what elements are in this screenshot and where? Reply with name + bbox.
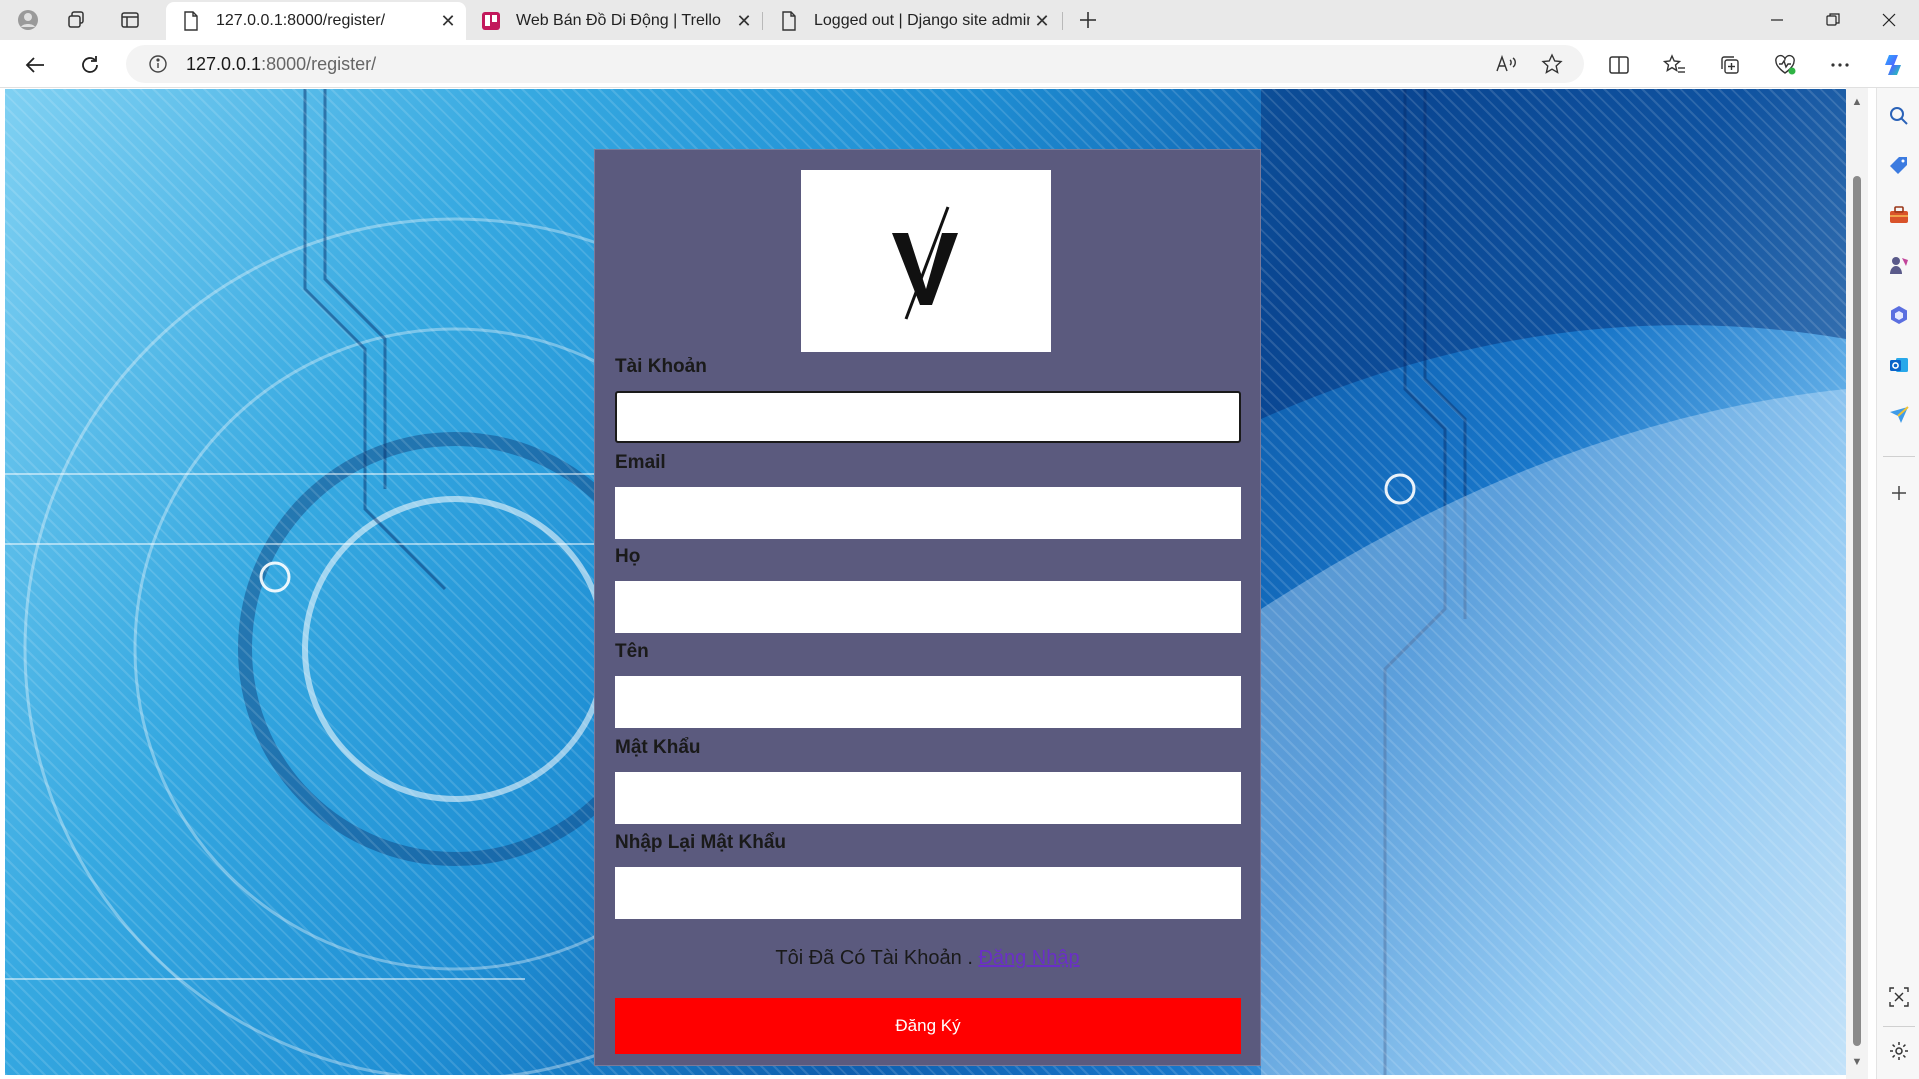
page-viewport: Tài Khoản Email Họ Tên Mật Khẩu Nhập Lại… [5,89,1846,1075]
games-icon[interactable] [1886,252,1912,278]
drop-send-icon[interactable] [1886,402,1912,428]
favorites-icon[interactable] [1662,52,1688,78]
workspaces-icon[interactable] [64,8,88,32]
settings-gear-icon[interactable] [1886,1038,1912,1064]
collections-icon[interactable] [1717,52,1743,78]
screenshot-icon[interactable] [1886,984,1912,1010]
login-link[interactable]: Đăng Nhập [978,947,1079,969]
page-icon [778,10,800,32]
url-field[interactable]: 127.0.0.1:8000/register/ [126,45,1584,83]
restore-icon[interactable] [1811,6,1855,34]
profile-icon[interactable] [16,8,40,32]
tab-separator [1062,12,1063,30]
tab-title: Logged out | Django site admin [814,12,1030,29]
edge-sidebar [1876,88,1919,1079]
url-text: 127.0.0.1:8000/register/ [186,54,376,75]
split-screen-icon[interactable] [1606,52,1632,78]
site-logo [801,170,1051,352]
close-icon[interactable]: ✕ [732,9,756,33]
first-name-input[interactable] [615,676,1241,728]
trello-icon [480,10,502,32]
microsoft-365-icon[interactable] [1886,302,1912,328]
password-input[interactable] [615,772,1241,824]
register-form: Tài Khoản Email Họ Tên Mật Khẩu Nhập Lại… [594,149,1261,1066]
close-window-icon[interactable] [1867,6,1911,34]
tab-bar: 127.0.0.1:8000/register/ ✕ Web Bán Đồ Di… [0,0,1919,40]
tab-actions-icon[interactable] [118,8,142,32]
close-icon[interactable]: ✕ [1030,9,1054,33]
scroll-up-icon[interactable]: ▲ [1851,96,1863,108]
site-info-icon[interactable] [146,52,170,76]
address-bar: 127.0.0.1:8000/register/ [0,40,1919,88]
last-name-input[interactable] [615,581,1241,633]
email-label: Email [615,452,666,473]
url-host: 127.0.0.1 [186,54,262,74]
add-sidebar-app-icon[interactable] [1886,480,1912,506]
tab-separator [762,12,763,30]
browser-essentials-icon[interactable] [1772,52,1798,78]
minimize-icon[interactable] [1755,6,1799,34]
close-icon[interactable]: ✕ [436,9,460,33]
first-name-label: Tên [615,641,649,662]
refresh-icon[interactable] [77,52,103,78]
login-prompt: Tôi Đã Có Tài Khoản . Đăng Nhập [595,947,1260,970]
url-path: :8000/register/ [261,54,377,74]
search-icon[interactable] [1886,103,1912,129]
tab-title: Web Bán Đồ Di Động | Trello [516,12,721,29]
sidebar-divider [1883,1026,1915,1027]
username-input[interactable] [615,391,1241,443]
v-logo-icon [892,206,958,320]
password-label: Mật Khẩu [615,737,701,758]
outlook-icon[interactable] [1886,352,1912,378]
tab-title: 127.0.0.1:8000/register/ [216,12,386,29]
scroll-thumb[interactable] [1853,176,1861,1046]
shopping-tag-icon[interactable] [1886,153,1912,179]
confirm-password-input[interactable] [615,867,1241,919]
username-label: Tài Khoản [615,356,707,377]
last-name-label: Họ [615,546,641,567]
page-scrollbar[interactable]: ▲ ▼ [1846,88,1868,1079]
new-tab-icon[interactable] [1076,8,1100,32]
more-options-icon[interactable] [1827,52,1853,78]
tools-briefcase-icon[interactable] [1886,202,1912,228]
register-button[interactable]: Đăng Ký [615,998,1241,1054]
page-icon [180,10,202,32]
tab-trello[interactable]: Web Bán Đồ Di Động | Trello ✕ [466,2,762,40]
tab-register[interactable]: 127.0.0.1:8000/register/ ✕ [166,2,466,40]
confirm-password-label: Nhập Lại Mật Khẩu [615,832,787,853]
read-aloud-icon[interactable] [1494,52,1518,76]
tab-django-admin[interactable]: Logged out | Django site admin ✕ [764,2,1060,40]
copilot-icon[interactable] [1880,52,1906,78]
favorite-star-icon[interactable] [1540,52,1564,76]
back-icon[interactable] [22,52,48,78]
login-prompt-text: Tôi Đã Có Tài Khoản . [775,947,973,969]
sidebar-divider [1883,456,1915,457]
scroll-down-icon[interactable]: ▼ [1851,1056,1863,1068]
email-input[interactable] [615,487,1241,539]
